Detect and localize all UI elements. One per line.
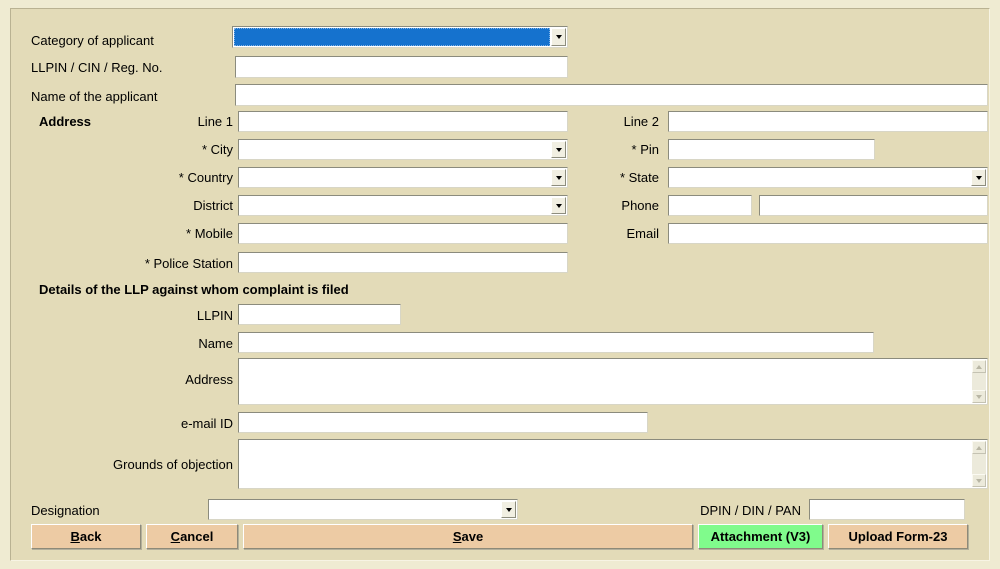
llp-address-textarea[interactable] [238,358,988,405]
scroll-down-icon[interactable] [972,390,986,403]
label-category-of-applicant: Category of applicant [31,33,154,49]
label-address-line-2: Line 2 [559,114,659,130]
llp-address-scrollbar[interactable] [972,360,986,403]
label-country: * Country [33,170,233,186]
district-combobox[interactable] [238,195,568,216]
address-line-2-input[interactable] [668,111,988,132]
label-email: Email [559,226,659,242]
category-of-applicant-combobox[interactable] [232,26,568,48]
label-district: District [33,198,233,214]
state-combobox[interactable] [668,167,988,188]
upload-form-23-button-label: Upload Form-23 [849,529,948,544]
cancel-button[interactable]: Cancel [146,524,238,549]
label-llp-address: Address [33,372,233,388]
llp-name-input[interactable] [238,332,874,353]
llp-section-heading: Details of the LLP against whom complain… [39,282,349,298]
cancel-accel: C [171,529,180,544]
chevron-down-icon[interactable] [501,501,516,518]
application-window: Category of applicant LLPIN / CIN / Reg.… [0,0,1000,569]
llpin-cin-reg-no-input[interactable] [235,56,568,78]
upload-form-23-button[interactable]: Upload Form-23 [828,524,968,549]
address-line-1-input[interactable] [238,111,568,132]
label-grounds-of-objection: Grounds of objection [33,457,233,473]
mobile-input[interactable] [238,223,568,244]
phone-number-input[interactable] [759,195,988,216]
llp-llpin-input[interactable] [238,304,401,325]
label-mobile: * Mobile [33,226,233,242]
llp-email-id-input[interactable] [238,412,648,433]
label-llp-email-id: e-mail ID [33,416,233,432]
grounds-of-objection-textarea[interactable] [238,439,988,489]
name-of-the-applicant-input[interactable] [235,84,988,106]
dpin-din-pan-input[interactable] [809,499,965,520]
scroll-up-icon[interactable] [972,360,986,373]
police-station-input[interactable] [238,252,568,273]
label-address-line-1: Line 1 [33,114,233,130]
attachment-button[interactable]: Attachment (V3) [698,524,823,549]
scroll-down-icon[interactable] [972,474,986,487]
form-panel: Category of applicant LLPIN / CIN / Reg.… [10,8,990,561]
label-state: * State [559,170,659,186]
save-button[interactable]: Save [243,524,693,549]
category-of-applicant-selection [234,28,550,46]
attachment-button-label: Attachment (V3) [711,529,811,544]
label-police-station: * Police Station [33,256,233,272]
label-pin: * Pin [559,142,659,158]
scroll-up-icon[interactable] [972,441,986,454]
phone-code-input[interactable] [668,195,752,216]
chevron-down-icon[interactable] [971,169,986,186]
pin-input[interactable] [668,139,875,160]
label-llpin-cin-reg-no: LLPIN / CIN / Reg. No. [31,60,163,76]
cancel-button-label: Cancel [171,529,214,544]
back-button[interactable]: Back [31,524,141,549]
country-combobox[interactable] [238,167,568,188]
label-llp-name: Name [33,336,233,352]
grounds-of-objection-scrollbar[interactable] [972,441,986,487]
label-city: * City [33,142,233,158]
designation-combobox[interactable] [208,499,518,520]
label-llp-llpin: LLPIN [33,308,233,324]
chevron-down-icon[interactable] [551,28,566,46]
label-designation: Designation [31,503,100,519]
city-combobox[interactable] [238,139,568,160]
email-input[interactable] [668,223,988,244]
back-accel: B [70,529,79,544]
label-phone: Phone [559,198,659,214]
label-dpin-din-pan: DPIN / DIN / PAN [611,503,801,519]
label-name-of-the-applicant: Name of the applicant [31,89,157,105]
save-button-label: Save [453,529,483,544]
back-button-label: Back [70,529,101,544]
